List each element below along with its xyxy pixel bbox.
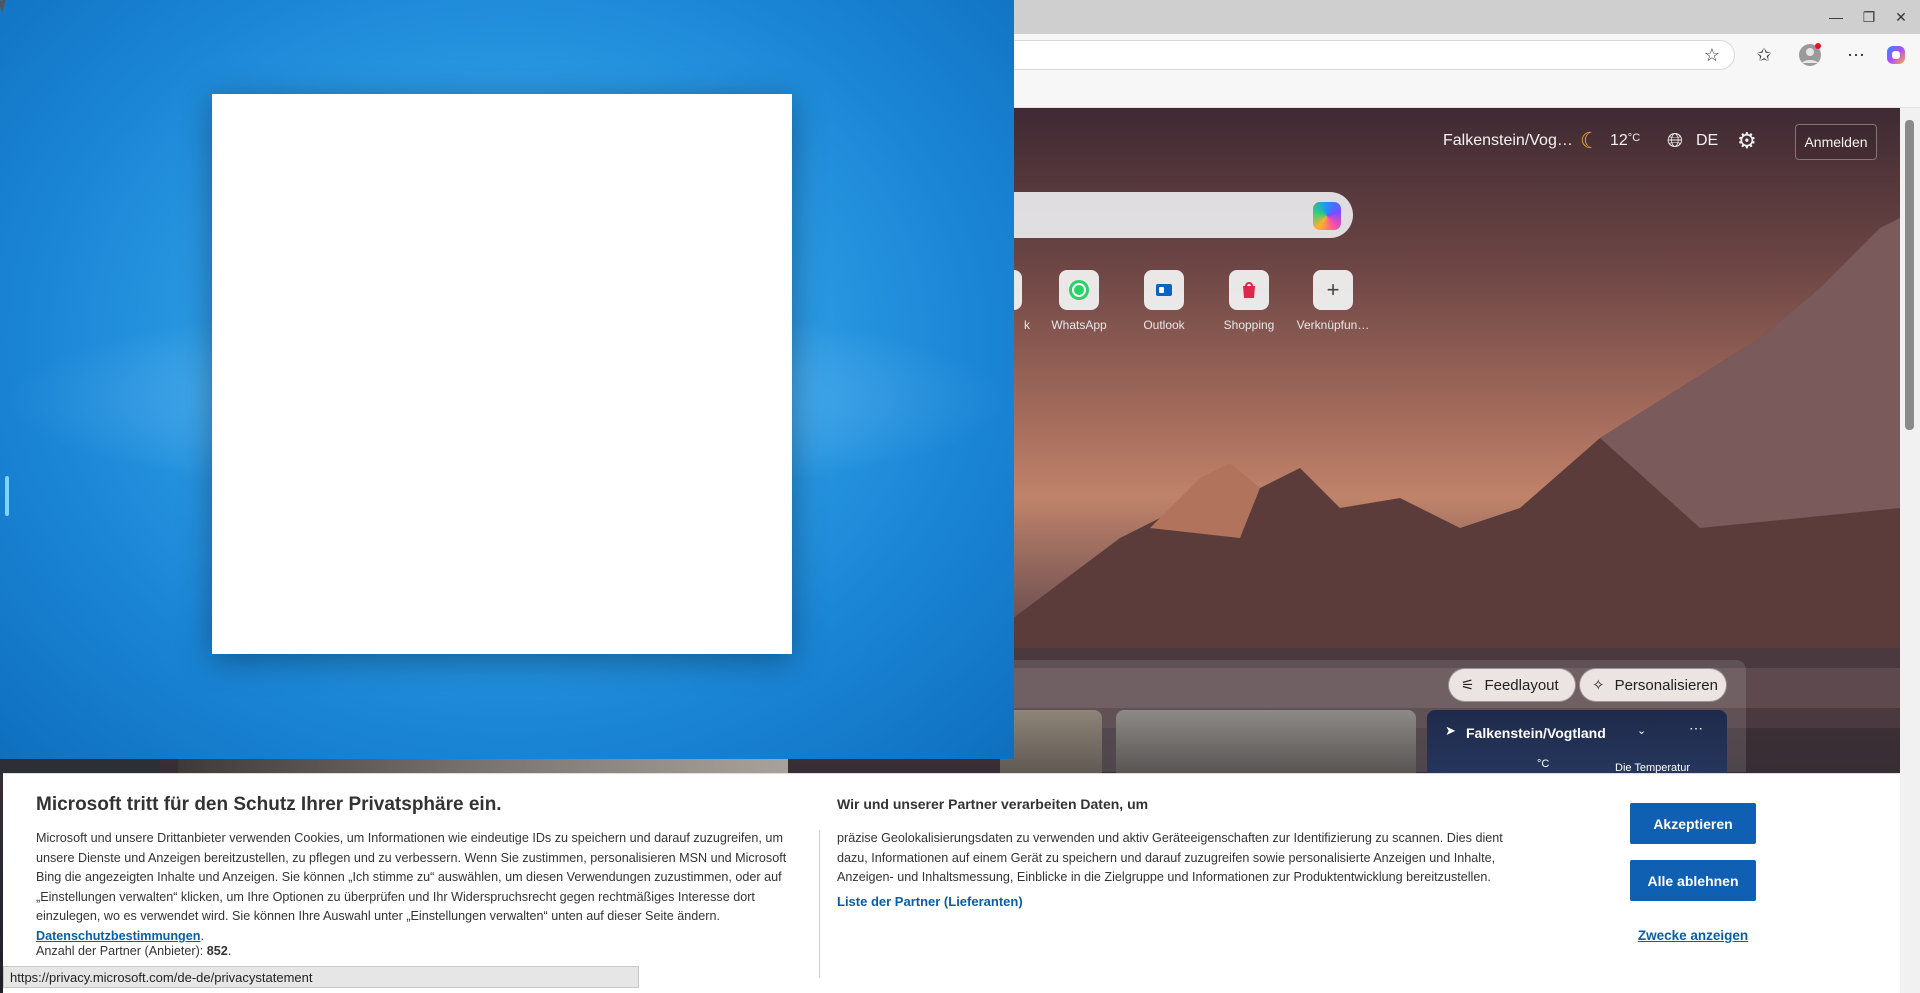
copilot-search-icon[interactable] [1313, 202, 1341, 230]
profile-icon[interactable] [1797, 42, 1823, 68]
whatsapp-icon [1059, 270, 1099, 310]
language-label[interactable]: DE [1696, 132, 1718, 150]
vendors-list-link[interactable]: Liste der Partner (Lieferanten) [837, 894, 1023, 909]
location-label[interactable]: Falkenstein/Vog… [1443, 132, 1573, 150]
temperature-value[interactable]: 12°C [1610, 132, 1640, 150]
app-indicator [5, 476, 9, 516]
privacy-statement-link[interactable]: Datenschutzbestimmungen [36, 929, 200, 943]
partner-count: Anzahl der Partner (Anbieter): 852. [36, 944, 232, 958]
more-icon[interactable]: ⋯ [1843, 42, 1869, 68]
purposes-body: präzise Geolokalisierungsdaten zu verwen… [837, 831, 1503, 885]
mouse-cursor-icon [0, 0, 10, 14]
news-card[interactable] [1116, 710, 1416, 775]
more-options-icon[interactable]: ⋯ [1689, 720, 1703, 737]
web-search-box[interactable] [960, 192, 1353, 238]
plus-icon: + [1313, 270, 1353, 310]
globe-icon: 🌐︎ [1667, 130, 1683, 152]
personalize-button[interactable]: ✧ Personalisieren [1579, 668, 1727, 702]
purposes-title: Wir und unserer Partner verarbeiten Date… [837, 796, 1149, 812]
chevron-down-icon[interactable]: ⌄ [1637, 724, 1646, 737]
favorites-icon[interactable]: ✩ [1751, 42, 1777, 68]
sliders-icon: ⚟ [1461, 677, 1475, 694]
moon-icon: ☾ [1580, 128, 1600, 153]
feed-layout-button[interactable]: ⚟ Feedlayout [1448, 668, 1576, 702]
reject-all-button[interactable]: Alle ablehnen [1630, 860, 1756, 901]
close-button[interactable]: ✕ [1886, 6, 1916, 28]
page-scrollbar[interactable] [1900, 108, 1920, 993]
accept-button[interactable]: Akzeptieren [1630, 803, 1756, 844]
scrollbar-thumb[interactable] [1905, 120, 1914, 430]
copilot-icon[interactable] [1883, 42, 1909, 68]
weather-location: Falkenstein/Vogtland [1466, 725, 1606, 741]
news-card[interactable] [1000, 710, 1102, 775]
quick-link-whatsapp[interactable]: WhatsApp [1041, 270, 1117, 332]
blank-dialog [212, 94, 792, 654]
show-purposes-link[interactable]: Zwecke anzeigen [1630, 928, 1756, 943]
shopping-icon [1229, 270, 1269, 310]
minimize-button[interactable]: — [1821, 6, 1851, 28]
weather-card[interactable]: ➤ Falkenstein/Vogtland ⌄ ⋯ °C Die Temper… [1427, 710, 1727, 775]
status-url-bar: https://privacy.microsoft.com/de-de/priv… [3, 966, 639, 988]
cookie-consent-banner: Microsoft tritt für den Schutz Ihrer Pri… [3, 773, 1900, 993]
location-arrow-icon: ➤ [1445, 723, 1456, 738]
sparkle-icon: ✧ [1592, 677, 1605, 694]
quick-link-shopping[interactable]: Shopping [1211, 270, 1287, 332]
restore-button[interactable]: ❐ [1854, 6, 1884, 28]
settings-gear-icon[interactable]: ⚙ [1737, 128, 1757, 154]
app-window [0, 0, 1014, 759]
favorite-star-icon[interactable]: ☆ [1699, 42, 1725, 68]
quick-link-outlook[interactable]: Outlook [1126, 270, 1202, 332]
signin-button[interactable]: Anmelden [1795, 124, 1877, 160]
consent-body: Microsoft und unsere Drittanbieter verwe… [36, 831, 787, 943]
divider [819, 830, 820, 978]
outlook-icon [1144, 270, 1184, 310]
quick-link-add[interactable]: + Verknüpfun… [1295, 270, 1371, 332]
address-bar[interactable]: ☆ [960, 40, 1735, 70]
consent-title: Microsoft tritt für den Schutz Ihrer Pri… [36, 794, 502, 815]
